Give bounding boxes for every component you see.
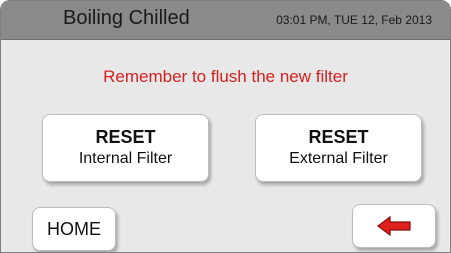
back-button[interactable] [352, 204, 436, 248]
screen: Boiling Chilled 03:01 PM, TUE 12, Feb 20… [0, 0, 451, 253]
home-button[interactable]: HOME [32, 207, 116, 251]
home-label: HOME [47, 218, 101, 239]
left-arrow-icon [377, 216, 411, 236]
title-bar: Boiling Chilled 03:01 PM, TUE 12, Feb 20… [1, 1, 450, 40]
reset-external-label: RESET [308, 127, 369, 147]
external-filter-label: External Filter [289, 150, 388, 167]
reset-internal-filter-button[interactable]: RESET Internal Filter [42, 114, 209, 182]
page-title: Boiling Chilled [63, 7, 190, 29]
internal-filter-label: Internal Filter [78, 150, 173, 167]
reset-internal-label: RESET [95, 127, 156, 147]
reset-external-filter-button[interactable]: RESET External Filter [255, 114, 422, 182]
reminder-message: Remember to flush the new filter [103, 67, 348, 86]
datetime-display: 03:01 PM, TUE 12, Feb 2013 [276, 13, 432, 27]
